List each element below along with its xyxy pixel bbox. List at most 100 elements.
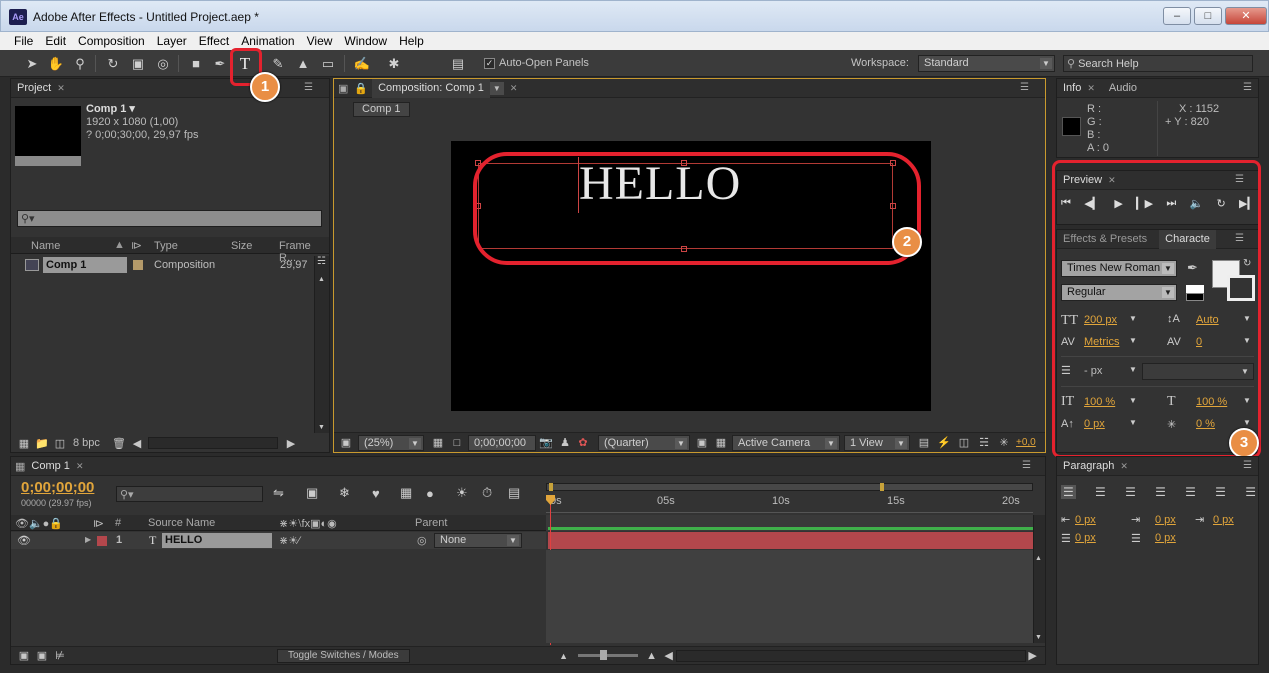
scroll-down-icon[interactable]: ▼ [1035,634,1042,641]
parent-select[interactable]: None ▼ [434,533,522,548]
pen-tool-icon[interactable]: ✒ [210,54,230,73]
rectangle-tool-icon[interactable]: ■ [186,54,206,73]
close-icon[interactable]: ✕ [1087,83,1095,94]
justify-last-right-icon[interactable]: ☰ [1215,485,1226,499]
align-right-icon[interactable]: ☰ [1125,485,1136,499]
fast-previews-icon[interactable]: ⚡ [934,436,954,449]
column-name[interactable]: Name [31,240,60,252]
current-time-field[interactable]: 0;00;00;00 [468,434,536,451]
column-parent[interactable]: Parent [415,517,447,529]
space-after-value[interactable]: 0 px [1155,532,1176,544]
time-ruler[interactable]: 0s 05s 10s 15s 20s [546,493,1033,513]
panel-menu-icon[interactable]: ☰ [1243,82,1252,93]
justify-last-left-icon[interactable]: ☰ [1155,485,1166,499]
roto-brush-tool-icon[interactable]: ✍ [352,54,372,73]
timeline-timecode[interactable]: 0;00;00;00 [21,479,94,496]
scroll-right-icon[interactable]: ▶ [1026,649,1040,662]
new-comp-icon[interactable]: ◫ [51,437,69,450]
mini-flowchart-icon[interactable]: ⇋ [273,485,306,501]
eraser-tool-icon[interactable]: ▭ [318,54,338,73]
close-icon[interactable]: ✕ [57,83,65,94]
scroll-down-icon[interactable]: ▼ [318,424,325,431]
justify-all-icon[interactable]: ☰ [1245,485,1256,499]
search-help-field[interactable]: ⚲ Search Help [1063,55,1253,72]
expand-transfer-controls-icon[interactable]: ▣ [33,649,51,662]
lock-icon[interactable]: 🔒 [354,82,368,95]
rotation-tool-icon[interactable]: ↻ [103,54,123,73]
transparency-grid-icon[interactable]: ▦ [712,436,730,449]
brainstorm-icon[interactable]: ☀ [456,485,482,501]
layer-row[interactable]: 👁 ▶ 1 T HELLO ⋇☀∕ ◎ None ▼ [11,532,546,549]
channel-icon[interactable]: ✿ [574,436,592,449]
scroll-left-icon[interactable]: ◀ [130,437,144,450]
snapshot-icon[interactable]: 📷 [536,436,556,449]
timeline-h-scrollbar[interactable] [675,649,1026,662]
indent-right-value[interactable]: 0 px [1155,514,1176,526]
timeline-v-scrollbar[interactable]: ▲ ▼ [1033,515,1045,643]
panels-icon[interactable]: ▤ [448,54,468,73]
expand-layer-switches-icon[interactable]: ▣ [15,649,33,662]
clone-stamp-tool-icon[interactable]: ▲ [293,54,313,73]
project-h-scrollbar[interactable] [147,437,278,449]
expand-arrow-icon[interactable]: ▶ [85,535,91,544]
auto-open-panels-toggle[interactable]: ✓ Auto-Open Panels [484,57,589,69]
zoom-out-icon[interactable]: ▲ [554,651,574,661]
align-left-icon[interactable]: ☰ [1061,485,1076,499]
pick-whip-icon[interactable]: ◎ [417,534,427,547]
toggle-pixel-aspect-icon[interactable]: ▤ [914,436,934,449]
menu-edit[interactable]: Edit [39,32,72,50]
tab-composition[interactable]: Composition: Comp 1 [372,78,490,98]
project-scrollbar[interactable]: ☵ ▲ ▼ [314,256,329,433]
project-search-input[interactable]: ⚲▾ [17,210,322,227]
puppet-pin-tool-icon[interactable]: ✱ [384,54,404,73]
column-type[interactable]: Type [154,240,178,252]
close-icon[interactable]: ✕ [76,461,84,472]
scroll-up-icon[interactable]: ▲ [1035,555,1042,562]
expand-in-out-icon[interactable]: ⊭ [51,649,69,662]
exposure-value[interactable]: +0,0 [1016,437,1036,448]
justify-last-center-icon[interactable]: ☰ [1185,485,1196,499]
camera-tool-icon[interactable]: ▣ [128,54,148,73]
workspace-select[interactable]: Standard ▼ [918,55,1055,72]
show-snapshot-icon[interactable]: ♟ [556,436,574,449]
draft-3d-icon[interactable]: ❄ [339,485,372,501]
first-line-indent-value[interactable]: 0 px [1213,514,1234,526]
chevron-down-icon[interactable]: ▼ [489,81,504,95]
pan-behind-tool-icon[interactable]: ◎ [153,54,173,73]
auto-open-checkbox[interactable]: ✓ [484,57,495,69]
space-before-value[interactable]: 0 px [1075,532,1096,544]
work-area-end-handle[interactable] [880,483,884,491]
region-of-interest-icon[interactable]: ▣ [692,436,712,449]
zoom-in-icon[interactable]: ▲ [642,650,662,662]
label-color-swatch[interactable] [133,260,143,270]
panel-menu-icon[interactable]: ☰ [1022,460,1031,471]
interpret-footage-icon[interactable]: ▦ [15,437,33,450]
menu-composition[interactable]: Composition [72,32,151,50]
menu-view[interactable]: View [301,32,339,50]
menu-window[interactable]: Window [338,32,393,50]
view-layout-select[interactable]: 1 View ▼ [844,434,910,451]
tab-info[interactable]: Info [1057,79,1087,98]
title-safe-icon[interactable]: ▦ [428,436,448,449]
mask-visibility-icon[interactable]: □ [448,437,466,449]
layer-switch-icons[interactable]: ⋇☀∕ [279,534,300,547]
panel-menu-icon[interactable]: ☰ [1243,460,1252,471]
flowchart-icon[interactable]: ☵ [974,436,994,449]
tab-comp-1[interactable]: Comp 1 [25,457,76,476]
project-row[interactable]: Comp 1 Composition 29,97 [11,256,316,274]
close-icon[interactable]: ✕ [1120,461,1128,472]
panel-menu-icon[interactable]: ☰ [304,82,313,93]
close-button[interactable]: ✕ [1225,7,1267,25]
panel-menu-icon[interactable]: ☰ [1020,82,1029,93]
timeline-search-input[interactable]: ⚲▾ [116,486,263,502]
camera-view-select[interactable]: Active Camera ▼ [732,434,840,451]
menu-layer[interactable]: Layer [151,32,193,50]
menu-help[interactable]: Help [393,32,430,50]
eye-icon[interactable]: 👁 [17,534,31,547]
auto-keyframe-icon[interactable]: ⏱ [482,485,508,501]
timeline-zoom-slider[interactable] [577,650,638,660]
scroll-up-icon[interactable]: ▲ [318,276,325,283]
flowchart-icon[interactable]: ☵ [317,256,326,267]
layer-duration-bar[interactable] [548,532,1033,549]
scroll-right-icon[interactable]: ▶ [284,437,298,450]
